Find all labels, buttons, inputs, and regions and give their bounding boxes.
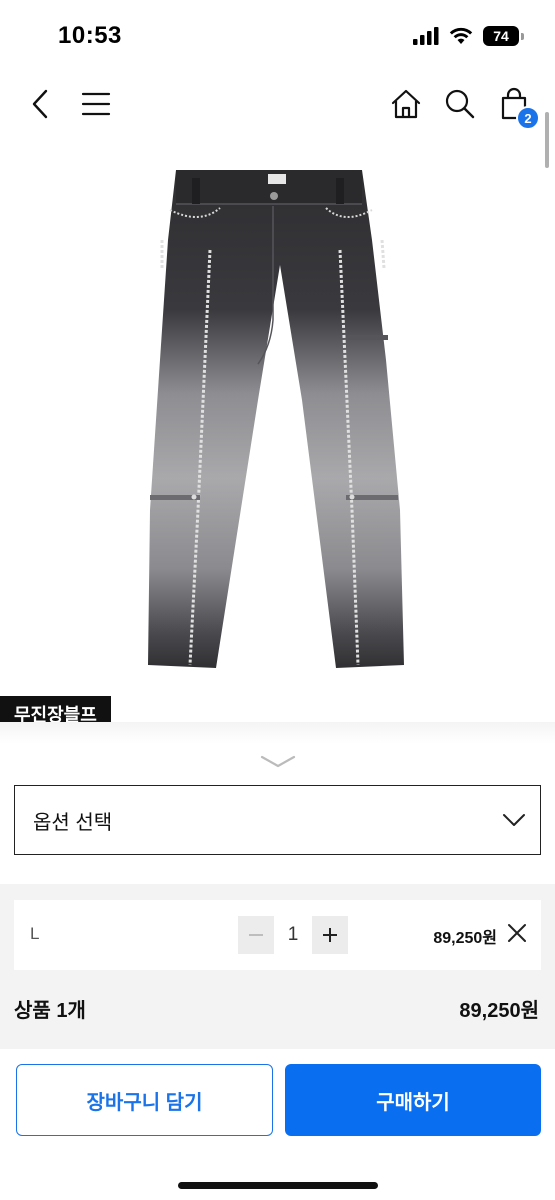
home-indicator[interactable]: [178, 1182, 378, 1189]
scroll-indicator: [545, 112, 549, 168]
home-button[interactable]: [386, 84, 426, 124]
battery-indicator: 74: [483, 26, 524, 46]
status-icons: 74: [413, 26, 524, 46]
add-to-cart-button[interactable]: 장바구니 담기: [16, 1064, 273, 1136]
collapse-sheet-button[interactable]: [258, 752, 298, 772]
battery-level: 74: [493, 28, 509, 44]
status-time: 10:53: [58, 22, 122, 49]
minus-icon: [249, 934, 263, 936]
buy-now-button[interactable]: 구매하기: [285, 1064, 541, 1136]
wifi-icon: [449, 27, 473, 44]
home-icon: [391, 89, 421, 119]
option-select-label: 옵션 선택: [33, 811, 113, 834]
menu-button[interactable]: [76, 84, 116, 124]
selected-options-area: L 1 89,250원 상품 1개 89,250원: [0, 884, 555, 1049]
back-button[interactable]: [20, 84, 60, 124]
selected-option-row: L 1 89,250원: [14, 900, 541, 970]
option-size-label: L: [30, 924, 40, 943]
search-button[interactable]: [440, 84, 480, 124]
plus-icon: [323, 928, 337, 942]
chevron-left-icon: [32, 89, 48, 119]
quantity-value[interactable]: 1: [274, 916, 312, 954]
cart-button[interactable]: 2: [494, 84, 540, 130]
status-bar: 10:53 74: [0, 0, 555, 70]
summary-total-price: 89,250원: [459, 1000, 539, 1022]
remove-option-button[interactable]: [505, 921, 529, 945]
product-image[interactable]: [130, 150, 420, 690]
search-icon: [445, 89, 475, 119]
option-select-dropdown[interactable]: 옵션 선택: [14, 785, 541, 855]
nav-bar: 2: [0, 70, 555, 138]
quantity-stepper: 1: [238, 916, 348, 954]
summary-count-label: 상품 1개: [14, 1000, 86, 1022]
cellular-signal-icon: [413, 27, 439, 45]
option-price: 89,250원: [433, 930, 497, 947]
increase-quantity-button[interactable]: [312, 916, 348, 954]
close-icon: [508, 924, 526, 942]
decrease-quantity-button[interactable]: [238, 916, 274, 954]
chevron-down-icon: [260, 755, 296, 768]
chevron-down-icon: [503, 814, 525, 826]
cart-count-badge: 2: [516, 106, 540, 130]
sheet-divider: [0, 722, 555, 744]
hamburger-menu-icon: [81, 92, 111, 116]
